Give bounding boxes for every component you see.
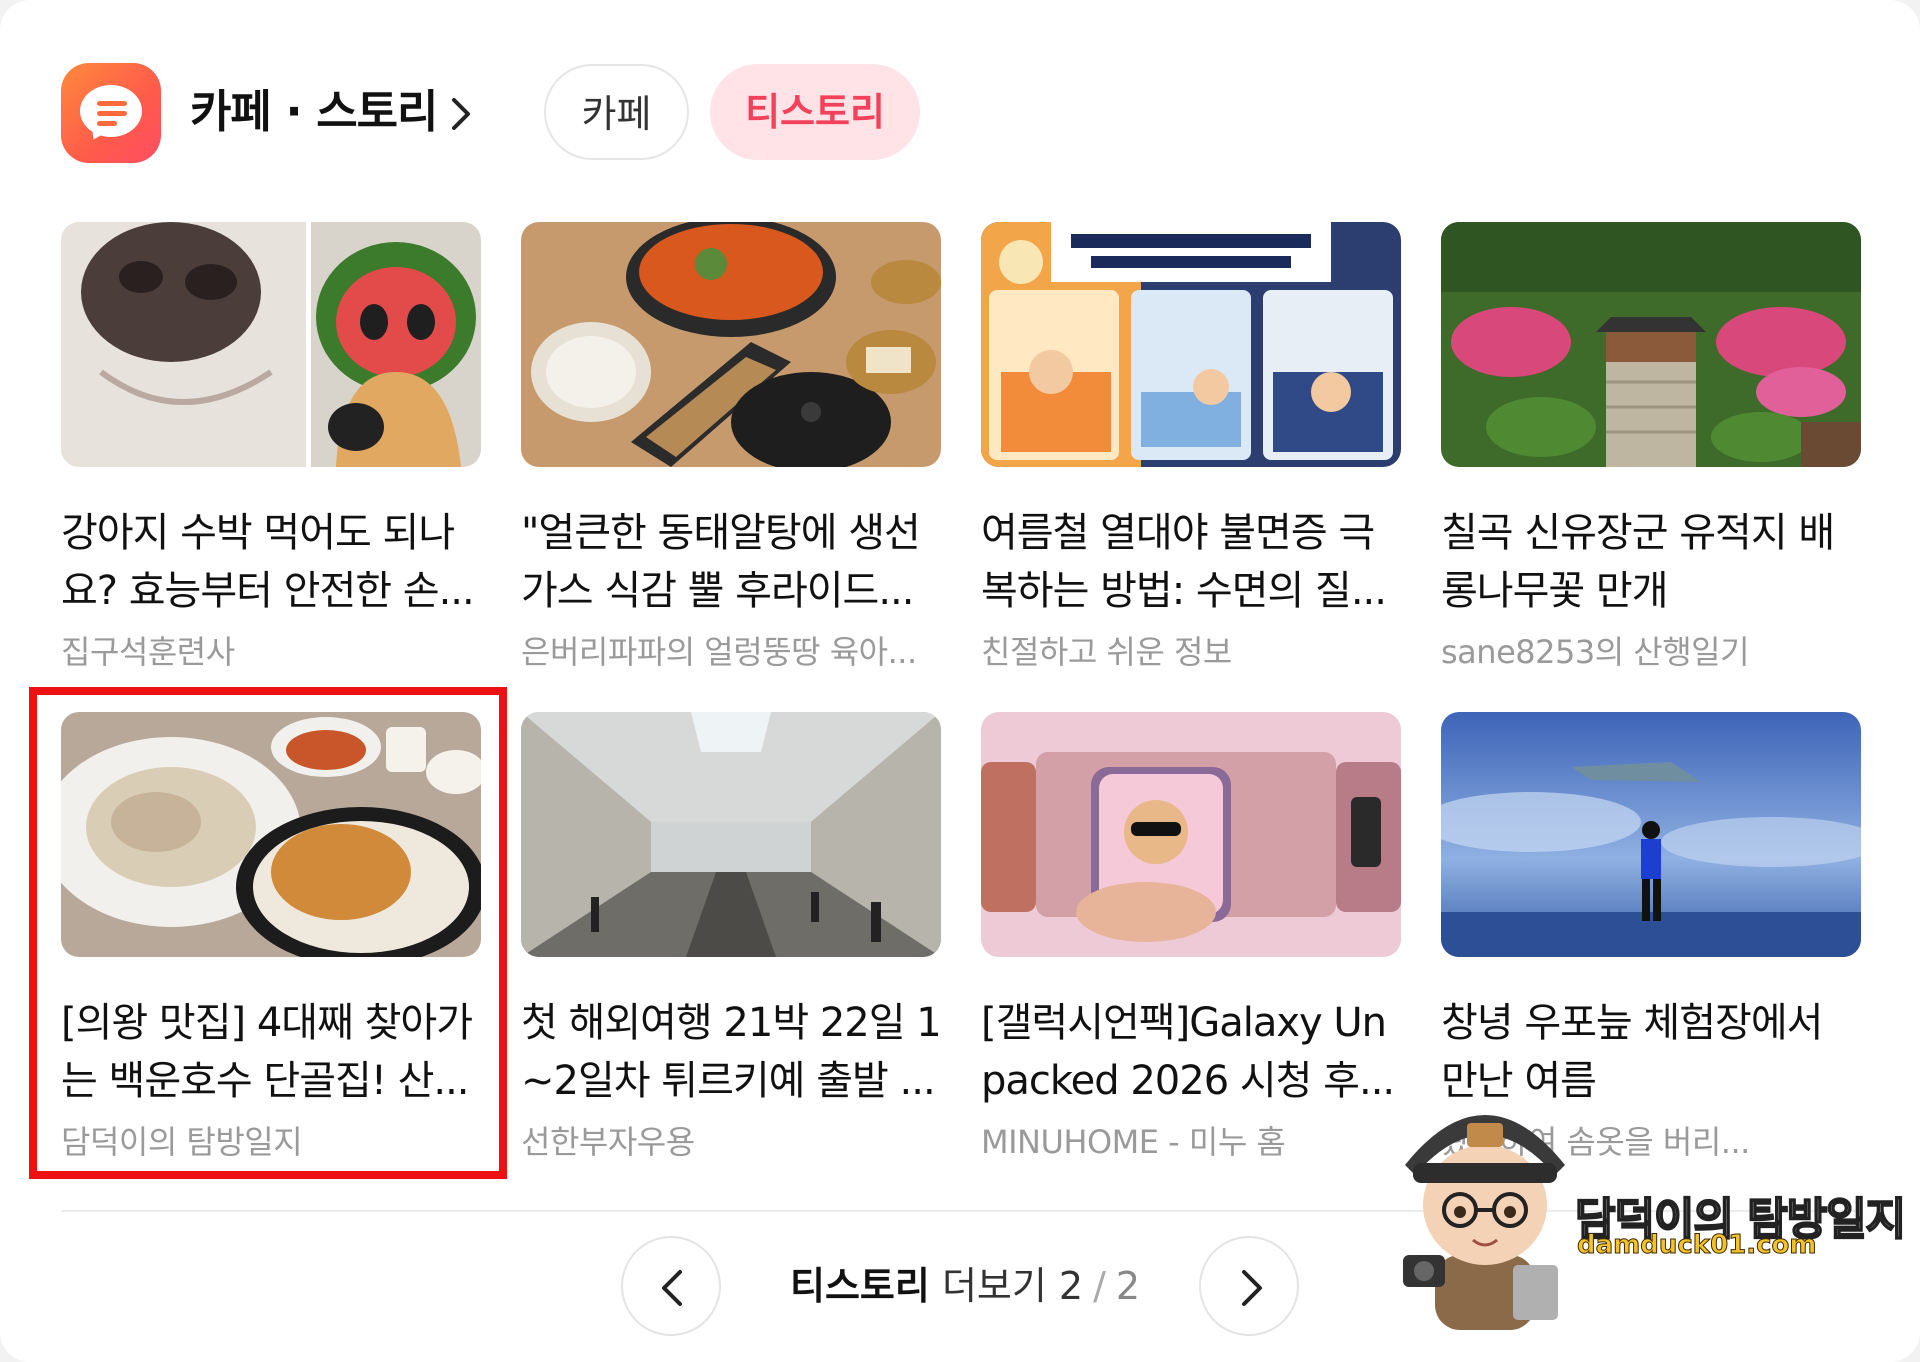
post-thumbnail[interactable] bbox=[1441, 712, 1861, 957]
post-thumbnail[interactable] bbox=[1441, 222, 1861, 467]
prev-page-button[interactable] bbox=[621, 1236, 721, 1336]
highlight-box bbox=[29, 687, 507, 1179]
cartoon-explorer-mascot-icon bbox=[1403, 1115, 1565, 1330]
watermark: 담덕이의 탐방일지 damduck01.com bbox=[1395, 1105, 1915, 1330]
post-source[interactable]: sane8253의 산행일기 bbox=[1441, 630, 1861, 674]
pagination-more: 더보기 bbox=[941, 1264, 1047, 1308]
post-source[interactable]: 집구석훈련사 bbox=[61, 630, 481, 674]
post-title[interactable]: 여름철 열대야 불면증 극복하는 방법: 수면의 질... bbox=[981, 504, 1401, 620]
next-page-button[interactable] bbox=[1199, 1236, 1299, 1336]
post-thumbnail[interactable] bbox=[981, 222, 1401, 467]
section-title[interactable]: 카페 · 스토리 bbox=[190, 86, 438, 138]
post-source[interactable]: 선한부자우용 bbox=[521, 1120, 941, 1164]
pagination-total: 2 bbox=[1115, 1264, 1141, 1308]
post-source[interactable]: 친절하고 쉬운 정보 bbox=[981, 630, 1401, 674]
post-thumbnail[interactable] bbox=[981, 712, 1401, 957]
post-title[interactable]: [갤럭시언팩]Galaxy Unpacked 2026 시청 후... bbox=[981, 994, 1401, 1110]
post-title[interactable]: "얼큰한 동태알탕에 생선가스 식감 뿔 후라이드... bbox=[521, 504, 941, 620]
tab-tistory[interactable]: 티스토리 bbox=[710, 64, 920, 160]
chevron-right-icon[interactable] bbox=[446, 94, 476, 134]
cafe-story-logo-icon[interactable] bbox=[61, 63, 161, 163]
tab-cafe[interactable]: 카페 bbox=[544, 64, 689, 160]
watermark-url: damduck01.com bbox=[1577, 1230, 1817, 1261]
pagination-label: 티스토리 더보기 2/2 bbox=[790, 1262, 1140, 1310]
pagination-current: 2 bbox=[1058, 1264, 1084, 1308]
post-thumbnail[interactable] bbox=[521, 712, 941, 957]
pagination-service: 티스토리 bbox=[790, 1264, 930, 1308]
content-card: 카페 · 스토리 카페 티스토리 강아지 수박 먹어도 되나요? 효능부터 안전… bbox=[0, 0, 1920, 1362]
post-source[interactable]: 은버리파파의 얼렁뚱땅 육아... bbox=[521, 630, 941, 674]
post-title[interactable]: 창녕 우포늪 체험장에서 만난 여름 bbox=[1441, 994, 1861, 1110]
chevron-right-icon bbox=[1242, 1270, 1262, 1306]
chevron-left-icon bbox=[662, 1270, 682, 1306]
post-thumbnail[interactable] bbox=[521, 222, 941, 467]
post-thumbnail[interactable] bbox=[61, 222, 481, 467]
post-title[interactable]: 첫 해외여행 21박 22일 1~2일차 튀르키예 출발 ... bbox=[521, 994, 941, 1110]
post-title[interactable]: 강아지 수박 먹어도 되나요? 효능부터 안전한 손... bbox=[61, 504, 481, 620]
pagination-separator: / bbox=[1093, 1264, 1106, 1308]
post-source[interactable]: MINUHOME - 미누 홈 bbox=[981, 1120, 1401, 1164]
post-title[interactable]: 칠곡 신유장군 유적지 배롱나무꽃 만개 bbox=[1441, 504, 1861, 620]
